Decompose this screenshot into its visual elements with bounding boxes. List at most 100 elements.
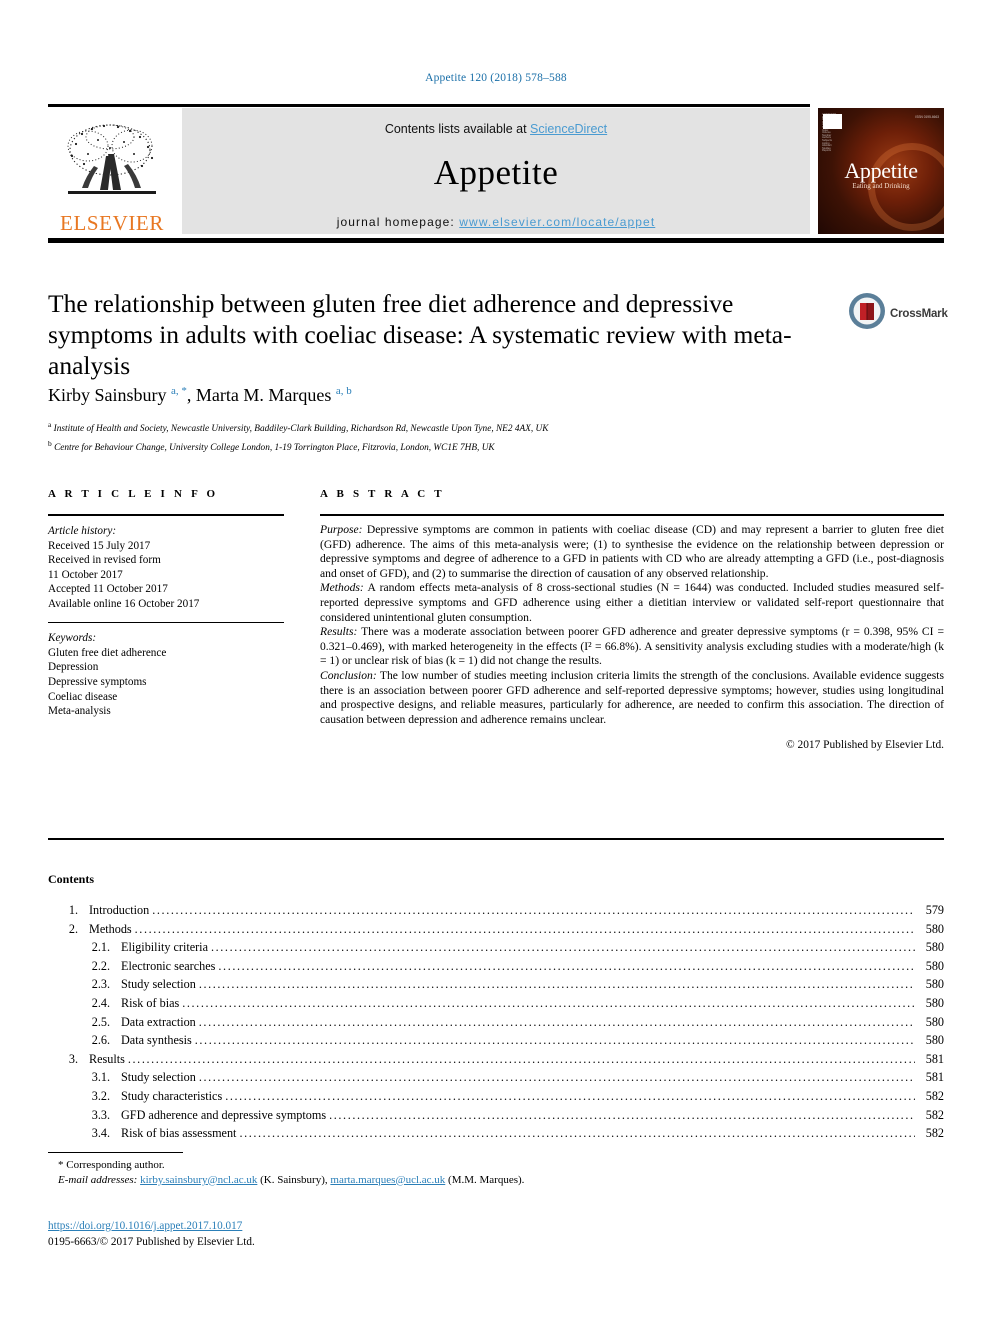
toc-entry-number: 2.: [68, 921, 78, 936]
toc-leader-dots: ........................................…: [194, 1033, 915, 1048]
abstract-conclusion: Conclusion: The low number of studies me…: [320, 669, 944, 727]
toc-leader-dots: ........................................…: [329, 1107, 915, 1122]
toc-leader-dots: ........................................…: [152, 903, 915, 917]
corresponding-author-note: * Corresponding author.: [58, 1159, 165, 1171]
toc-entry-page: 580: [925, 977, 944, 992]
cover-issue-text: ISSN 0195-6663: [915, 115, 939, 119]
toc-leader-dots: ........................................…: [198, 1014, 915, 1029]
abstract-conclusion-label: Conclusion:: [320, 668, 377, 682]
toc-entry[interactable]: 2.6. Data synthesis......................…: [48, 1033, 944, 1052]
toc-entry-page: 580: [925, 995, 944, 1010]
affiliation-a-text: Institute of Health and Society, Newcast…: [53, 424, 549, 435]
journal-article-first-page: Appetite 120 (2018) 578–588 ELSEVIER Con…: [0, 0, 992, 1323]
toc-leader-dots: ........................................…: [225, 1088, 915, 1103]
toc-entry-number: 3.1.: [91, 1070, 110, 1085]
email-label: E-mail addresses:: [58, 1173, 138, 1186]
toc-entry-page: 579: [925, 903, 944, 917]
history-line: Received 15 July 2017: [48, 539, 151, 552]
toc-leader-dots: ........................................…: [134, 921, 915, 936]
article-history-label: Article history:: [48, 525, 117, 537]
toc-entry-page: 580: [925, 1033, 944, 1048]
journal-homepage-link[interactable]: www.elsevier.com/locate/appet: [459, 215, 655, 229]
history-line: 11 October 2017: [48, 568, 123, 581]
abstract-results: Results: There was a moderate associatio…: [320, 625, 944, 669]
keywords-block: Keywords: Gluten free diet adherence Dep…: [48, 631, 284, 719]
toc-entry[interactable]: 3.2. Study characteristics...............…: [48, 1089, 944, 1108]
toc-entry[interactable]: 2.3. Study selection.....................…: [48, 977, 944, 996]
keyword-item: Coeliac disease: [48, 690, 118, 703]
toc-entry-number: 3.2.: [91, 1088, 110, 1103]
toc-entry-label: Risk of bias: [121, 995, 180, 1010]
journal-cover-thumbnail: ISSN 0195-6663 CONTENTS Editorial Research…: [818, 108, 944, 234]
abstract-rule: [320, 514, 944, 516]
contents-available-line: Contents lists available at ScienceDirec…: [182, 108, 810, 136]
toc-entry-label: GFD adherence and depressive symptoms: [121, 1107, 327, 1122]
toc-entry-label: Electronic searches: [121, 958, 216, 973]
table-of-contents: 1. Introduction..........................…: [48, 903, 944, 1145]
toc-entry-page: 581: [925, 1070, 944, 1085]
toc-entry[interactable]: 2.5. Data extraction.....................…: [48, 1015, 944, 1034]
toc-entry[interactable]: 2. Methods...............................…: [48, 922, 944, 941]
abstract-body: Purpose: Depressive symptoms are common …: [320, 523, 944, 753]
keyword-item: Depressive symptoms: [48, 675, 147, 688]
toc-leader-dots: ........................................…: [198, 977, 915, 992]
crossmark-badge[interactable]: CrossMark: [848, 292, 948, 338]
toc-entry-label: Data extraction: [121, 1014, 196, 1029]
toc-entry[interactable]: 3.4. Risk of bias assessment.............…: [48, 1126, 944, 1145]
toc-entry[interactable]: 3.1. Study selection.....................…: [48, 1070, 944, 1089]
doi-link[interactable]: https://doi.org/10.1016/j.appet.2017.10.…: [48, 1220, 242, 1232]
toc-entry-label: Study characteristics: [121, 1088, 223, 1103]
toc-entry-page: 582: [925, 1088, 944, 1103]
toc-entry[interactable]: 2.1. Eligibility criteria................…: [48, 940, 944, 959]
article-info-column: A R T I C L E I N F O Article history: R…: [48, 488, 284, 719]
crossmark-icon: [849, 293, 885, 329]
toc-leader-dots: ........................................…: [127, 1051, 915, 1066]
toc-entry-label: Results: [89, 1051, 125, 1066]
email-note: E-mail addresses: kirby.sainsbury@ncl.ac…: [48, 1173, 568, 1188]
article-info-rule: [48, 514, 284, 516]
toc-entry-label: Eligibility criteria: [121, 940, 208, 955]
toc-entry[interactable]: 3.3. GFD adherence and depressive symptom…: [48, 1108, 944, 1127]
toc-entry-page: 582: [925, 1107, 944, 1122]
footnote-rule: [48, 1152, 183, 1154]
toc-entry-number: 3.3.: [91, 1107, 110, 1122]
masthead-center-panel: Contents lists available at ScienceDirec…: [182, 108, 810, 234]
toc-entry[interactable]: 2.2. Electronic searches.................…: [48, 959, 944, 978]
sciencedirect-link[interactable]: ScienceDirect: [530, 122, 607, 136]
abstract-purpose-text: Depressive symptoms are common in patien…: [320, 523, 944, 580]
footnotes: * Corresponding author. E-mail addresses…: [48, 1158, 568, 1187]
toc-entry-label: Introduction: [89, 903, 150, 917]
toc-entry-page: 580: [925, 958, 944, 973]
toc-leader-dots: ........................................…: [210, 940, 915, 955]
email-link-2[interactable]: marta.marques@ucl.ac.uk: [330, 1174, 445, 1186]
toc-entry[interactable]: 3. Results...............................…: [48, 1052, 944, 1071]
toc-entry-page: 580: [925, 921, 944, 936]
abstract-results-text: There was a moderate association between…: [320, 625, 944, 668]
toc-entry-page: 580: [925, 1014, 944, 1029]
toc-entry[interactable]: 2.4. Risk of bias........................…: [48, 996, 944, 1015]
email-name-1: (K. Sainsbury),: [257, 1173, 331, 1186]
toc-entry-label: Risk of bias assessment: [121, 1126, 237, 1141]
toc-entry-number: 2.6.: [91, 1033, 110, 1048]
abstract-column: A B S T R A C T Purpose: Depressive symp…: [320, 488, 944, 753]
toc-entry-number: 1.: [68, 903, 78, 917]
crossmark-label: CrossMark: [890, 308, 948, 320]
abstract-purpose: Purpose: Depressive symptoms are common …: [320, 523, 944, 581]
toc-entry-number: 3.: [68, 1051, 78, 1066]
toc-entry-page: 581: [925, 1051, 944, 1066]
toc-entry-label: Study selection: [121, 977, 196, 992]
toc-entry-page: 580: [925, 940, 944, 955]
keywords-rule: [48, 621, 284, 624]
doi-block: https://doi.org/10.1016/j.appet.2017.10.…: [48, 1219, 568, 1250]
cover-journal-subtitle: Eating and Drinking: [852, 182, 910, 190]
toc-entry-label: Data synthesis: [121, 1033, 192, 1048]
article-info-heading: A R T I C L E I N F O: [48, 488, 219, 500]
toc-entry-number: 2.1.: [91, 940, 110, 955]
email-link-1[interactable]: kirby.sainsbury@ncl.ac.uk: [140, 1174, 257, 1186]
toc-entry-number: 2.3.: [91, 977, 110, 992]
email-name-2: (M.M. Marques).: [445, 1173, 525, 1186]
keyword-item: Meta-analysis: [48, 705, 111, 718]
history-line: Accepted 11 October 2017: [48, 583, 168, 596]
toc-entry[interactable]: 1. Introduction..........................…: [48, 903, 944, 922]
keyword-item: Depression: [48, 661, 99, 674]
